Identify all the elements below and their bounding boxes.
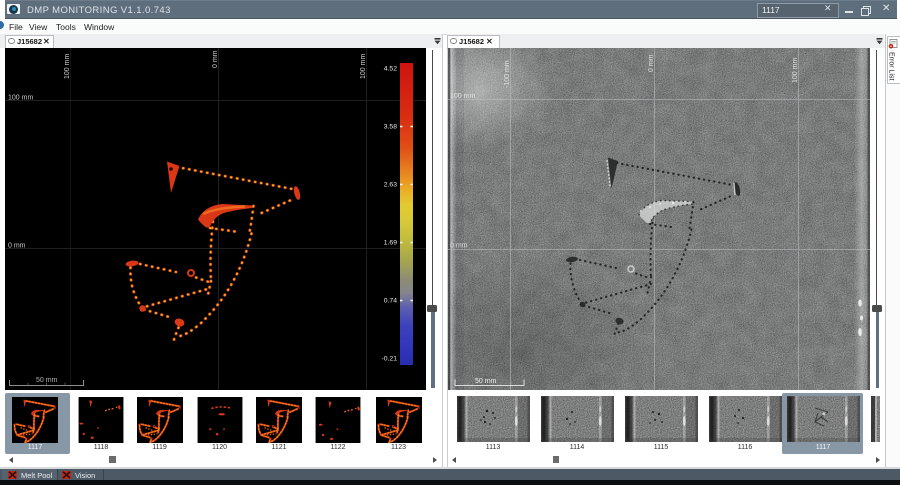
svg-text:100 mm: 100 mm (8, 95, 33, 102)
svg-text:3.58: 3.58 (384, 124, 397, 131)
svg-text:50 mm: 50 mm (475, 378, 497, 385)
svg-text:-100 mm: -100 mm (504, 60, 511, 88)
svg-text:0 mm: 0 mm (450, 243, 468, 250)
svg-text:0 mm: 0 mm (648, 54, 655, 72)
svg-text:100 mm: 100 mm (450, 93, 475, 100)
svg-text:2.63: 2.63 (384, 182, 397, 189)
svg-text:Error List: Error List (888, 52, 895, 80)
svg-text:0 mm: 0 mm (8, 243, 26, 250)
svg-text:-0.21: -0.21 (382, 356, 398, 363)
svg-text:100 mm: 100 mm (64, 54, 71, 79)
svg-text:100 mm: 100 mm (792, 58, 799, 83)
svg-text:1.69: 1.69 (384, 240, 397, 247)
svg-text:0.74: 0.74 (384, 298, 397, 305)
svg-text:100 mm: 100 mm (360, 54, 367, 79)
svg-text:4.52: 4.52 (384, 66, 397, 73)
svg-text:50 mm: 50 mm (36, 377, 58, 384)
svg-text:0 mm: 0 mm (212, 50, 219, 68)
